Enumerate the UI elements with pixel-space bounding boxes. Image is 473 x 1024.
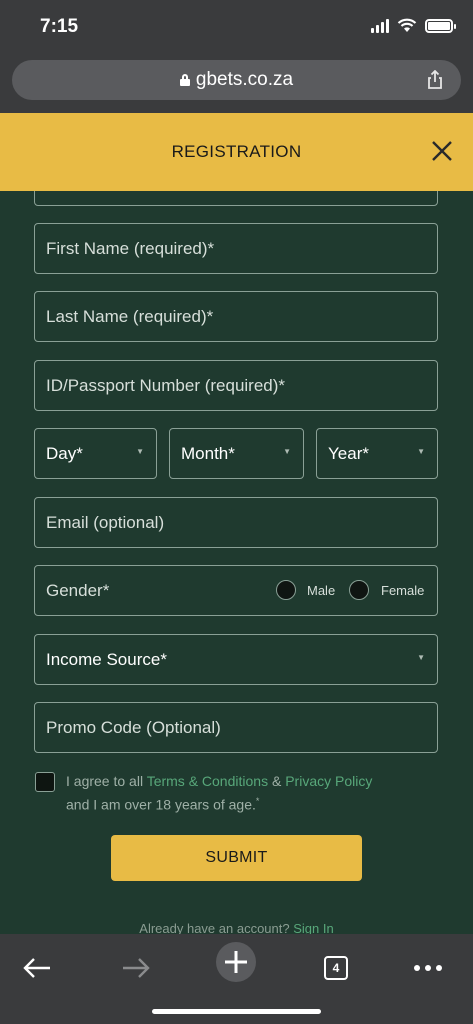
last-name-placeholder: Last Name (required)*	[46, 306, 214, 326]
previous-field[interactable]	[34, 191, 438, 206]
income-source-select[interactable]: Income Source* ▼	[34, 634, 438, 685]
last-name-field[interactable]: Last Name (required)*	[34, 291, 438, 342]
terms-link[interactable]: Terms & Conditions	[147, 773, 268, 789]
year-label: Year*	[328, 443, 369, 463]
status-time: 7:15	[40, 16, 79, 37]
female-radio[interactable]	[349, 580, 369, 600]
more-button[interactable]	[406, 946, 450, 990]
close-icon[interactable]	[431, 140, 453, 162]
terms-prefix: I agree to all	[66, 773, 147, 789]
url-text: gbets.co.za	[195, 69, 294, 90]
battery-icon	[425, 18, 456, 33]
url-bar[interactable]: gbets.co.za	[12, 60, 461, 100]
terms-checkbox[interactable]	[35, 772, 55, 792]
browser-chrome: 7:15 gbets.co.za	[0, 0, 473, 113]
chevron-down-icon: ▼	[417, 653, 425, 662]
status-icons	[371, 18, 456, 33]
submit-button[interactable]: SUBMIT	[111, 835, 362, 881]
first-name-placeholder: First Name (required)*	[46, 238, 215, 258]
chevron-down-icon: ▼	[417, 447, 425, 456]
male-radio[interactable]	[276, 580, 296, 600]
forward-button[interactable]	[114, 946, 158, 990]
day-select[interactable]: Day* ▼	[34, 428, 157, 479]
terms-text: I agree to all Terms & Conditions & Priv…	[66, 771, 436, 815]
terms-amp: &	[268, 773, 286, 789]
wifi-icon	[397, 18, 417, 32]
female-label: Female	[381, 583, 425, 598]
share-icon[interactable]	[425, 70, 445, 90]
month-label: Month*	[181, 443, 235, 463]
chevron-down-icon: ▼	[136, 447, 144, 456]
terms-suffix: and I am over 18 years of age.	[66, 796, 256, 813]
male-label: Male	[307, 583, 336, 598]
terms-asterisk: *	[255, 796, 260, 806]
more-icon	[414, 965, 442, 971]
page-title: REGISTRATION	[171, 142, 302, 161]
submit-label: SUBMIT	[205, 849, 268, 866]
tabs-button[interactable]: 4	[314, 946, 358, 990]
email-field[interactable]: Email (optional)	[34, 497, 438, 548]
gender-label: Gender*	[46, 580, 110, 600]
cellular-signal-icon	[371, 18, 389, 33]
gender-field: Gender* Male Female	[34, 565, 438, 616]
first-name-field[interactable]: First Name (required)*	[34, 223, 438, 274]
promo-code-field[interactable]: Promo Code (Optional)	[34, 702, 438, 753]
privacy-link[interactable]: Privacy Policy	[285, 773, 372, 789]
forward-arrow-icon	[123, 958, 150, 978]
tab-count: 4	[324, 956, 348, 980]
month-select[interactable]: Month* ▼	[169, 428, 304, 479]
chevron-down-icon: ▼	[283, 447, 291, 456]
back-button[interactable]	[15, 946, 59, 990]
browser-toolbar: 4	[0, 934, 473, 1024]
new-tab-button[interactable]	[216, 942, 256, 982]
sign-in-link[interactable]: Sign In	[293, 921, 333, 934]
promo-code-placeholder: Promo Code (Optional)	[46, 717, 221, 737]
home-indicator	[152, 1009, 321, 1014]
year-select[interactable]: Year* ▼	[316, 428, 438, 479]
sign-in-prompt: Already have an account? Sign In	[0, 921, 473, 934]
registration-header: REGISTRATION	[0, 113, 473, 191]
already-text: Already have an account?	[139, 921, 294, 934]
lock-icon	[179, 74, 190, 86]
day-label: Day*	[46, 443, 83, 463]
back-arrow-icon	[23, 958, 50, 978]
plus-icon	[225, 951, 247, 973]
email-placeholder: Email (optional)	[46, 512, 165, 532]
id-passport-field[interactable]: ID/Passport Number (required)*	[34, 360, 438, 411]
id-passport-placeholder: ID/Passport Number (required)*	[46, 375, 286, 395]
income-source-label: Income Source*	[46, 649, 167, 669]
registration-form: First Name (required)* Last Name (requir…	[0, 191, 473, 934]
